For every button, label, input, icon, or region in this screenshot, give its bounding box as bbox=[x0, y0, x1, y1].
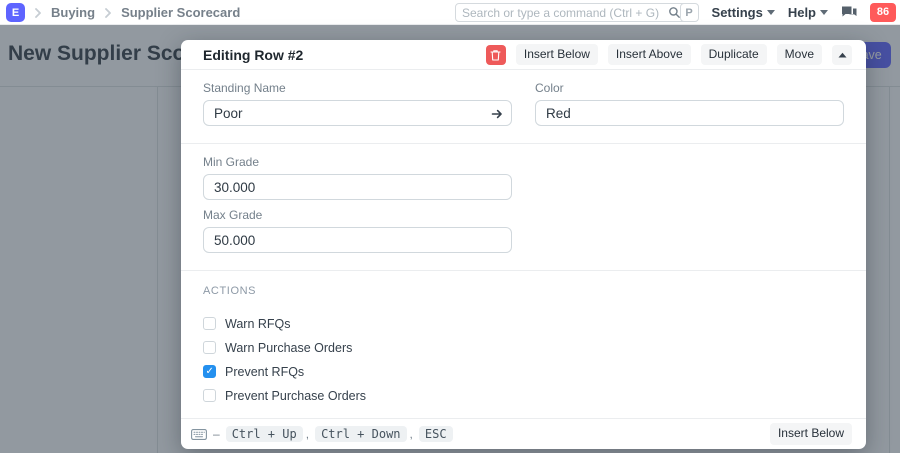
checkbox-label: Warn Purchase Orders bbox=[225, 341, 352, 355]
modal-toolbar: Insert Below Insert Above Duplicate Move bbox=[486, 44, 852, 65]
delete-row-button[interactable] bbox=[486, 45, 506, 65]
shortcut-hint: – Ctrl + Up , Ctrl + Down , ESC bbox=[191, 426, 453, 442]
notification-count-badge[interactable]: 86 bbox=[870, 3, 896, 22]
warn-rfqs-row[interactable]: Warn RFQs bbox=[203, 317, 844, 330]
prevent-rfqs-checkbox[interactable] bbox=[203, 365, 216, 378]
dash: – bbox=[213, 427, 220, 441]
footer-insert-below-button[interactable]: Insert Below bbox=[770, 423, 852, 444]
checkbox-label: Warn RFQs bbox=[225, 317, 291, 331]
max-grade-label: Max Grade bbox=[203, 208, 844, 222]
actions-checkbox-list: Warn RFQs Warn Purchase Orders Prevent R… bbox=[203, 317, 844, 402]
prevent-rfqs-row[interactable]: Prevent RFQs bbox=[203, 365, 844, 378]
warn-purchase-orders-row[interactable]: Warn Purchase Orders bbox=[203, 341, 844, 354]
breadcrumb: E Buying Supplier Scorecard bbox=[6, 0, 240, 25]
search-input[interactable] bbox=[462, 6, 668, 20]
warn-rfqs-checkbox[interactable] bbox=[203, 317, 216, 330]
help-label: Help bbox=[788, 5, 816, 20]
max-grade-input[interactable] bbox=[203, 227, 512, 253]
shortcut-ctrl-down: Ctrl + Down bbox=[315, 426, 406, 442]
insert-above-button[interactable]: Insert Above bbox=[608, 44, 691, 65]
prevent-purchase-orders-checkbox[interactable] bbox=[203, 389, 216, 402]
standing-name-input[interactable] bbox=[203, 100, 512, 126]
app-logo[interactable]: E bbox=[6, 3, 25, 22]
chevron-right-icon bbox=[104, 8, 112, 18]
modal-title: Editing Row #2 bbox=[203, 47, 486, 63]
prevent-purchase-orders-row[interactable]: Prevent Purchase Orders bbox=[203, 389, 844, 402]
chat-icon[interactable] bbox=[841, 6, 857, 19]
keyboard-icon bbox=[191, 429, 207, 440]
section-divider bbox=[181, 143, 866, 144]
shortcut-esc: ESC bbox=[419, 426, 453, 442]
global-search[interactable] bbox=[455, 3, 688, 22]
color-label: Color bbox=[535, 81, 844, 95]
separator: , bbox=[410, 427, 413, 441]
breadcrumb-item-supplier-scorecard[interactable]: Supplier Scorecard bbox=[121, 5, 240, 20]
move-button[interactable]: Move bbox=[777, 44, 822, 65]
app-window: E Buying Supplier Scorecard P Settings bbox=[0, 0, 900, 453]
modal-body: Standing Name Color Min Grade Max Grade bbox=[181, 70, 866, 418]
shortcut-ctrl-up: Ctrl + Up bbox=[226, 426, 303, 442]
avatar[interactable]: P bbox=[680, 3, 699, 22]
section-divider bbox=[181, 270, 866, 271]
duplicate-button[interactable]: Duplicate bbox=[701, 44, 767, 65]
caret-down-icon bbox=[767, 10, 775, 15]
help-menu[interactable]: Help bbox=[788, 5, 828, 20]
min-grade-label: Min Grade bbox=[203, 155, 844, 169]
navbar-right: P Settings Help 86 bbox=[680, 3, 896, 22]
collapse-row-button[interactable] bbox=[832, 45, 852, 65]
breadcrumb-item-buying[interactable]: Buying bbox=[51, 5, 95, 20]
insert-below-button[interactable]: Insert Below bbox=[516, 44, 598, 65]
separator: , bbox=[306, 427, 309, 441]
modal-header: Editing Row #2 Insert Below Insert Above… bbox=[181, 40, 866, 70]
warn-purchase-orders-checkbox[interactable] bbox=[203, 341, 216, 354]
navbar: E Buying Supplier Scorecard P Settings bbox=[0, 0, 900, 25]
settings-menu[interactable]: Settings bbox=[712, 5, 775, 20]
modal-footer: – Ctrl + Up , Ctrl + Down , ESC Insert B… bbox=[181, 418, 866, 449]
row-edit-modal: Editing Row #2 Insert Below Insert Above… bbox=[181, 40, 866, 449]
settings-label: Settings bbox=[712, 5, 763, 20]
actions-section-heading: ACTIONS bbox=[203, 285, 844, 297]
triangle-up-icon bbox=[838, 52, 847, 58]
standing-name-label: Standing Name bbox=[203, 81, 512, 95]
chevron-right-icon bbox=[34, 8, 42, 18]
trash-icon bbox=[490, 49, 501, 61]
checkbox-label: Prevent RFQs bbox=[225, 365, 304, 379]
min-grade-input[interactable] bbox=[203, 174, 512, 200]
color-input[interactable] bbox=[535, 100, 844, 126]
caret-down-icon bbox=[820, 10, 828, 15]
checkbox-label: Prevent Purchase Orders bbox=[225, 389, 366, 403]
